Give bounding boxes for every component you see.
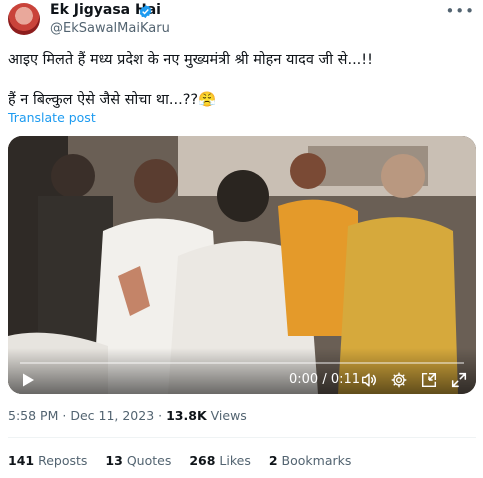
play-icon[interactable] (20, 372, 36, 388)
reposts-count: 141 (8, 453, 35, 468)
bookmarks-label: Bookmarks (281, 453, 352, 468)
likes-label: Likes (219, 453, 251, 468)
volume-icon[interactable] (360, 371, 378, 389)
tweet-meta: 5:58 PM · Dec 11, 2023 · 13.8K Views (8, 408, 247, 423)
views-count: 13.8K (166, 408, 207, 423)
more-icon[interactable]: ••• (445, 2, 475, 20)
quotes-stat[interactable]: 13 Quotes (105, 453, 171, 468)
verified-badge-icon (139, 4, 152, 19)
video-time: 0:00 / 0:11 (289, 372, 361, 387)
reposts-stat[interactable]: 141 Reposts (8, 453, 87, 468)
engagement-stats: 141 Reposts 13 Quotes 268 Likes 2 Bookmarks (8, 453, 365, 468)
video-player[interactable]: 0:00 / 0:11 (8, 136, 476, 394)
video-controls: 0:00 / 0:11 (8, 348, 476, 394)
settings-icon[interactable] (390, 371, 408, 389)
tweet-time[interactable]: 5:58 PM (8, 408, 58, 423)
fullscreen-icon[interactable] (450, 371, 468, 389)
tweet-text: आइए मिलते हैं मध्य प्रदेश के नए मुख्यमंत… (8, 52, 373, 108)
picture-in-picture-icon[interactable] (420, 371, 438, 389)
video-progress-bar[interactable] (20, 362, 464, 364)
meta-separator: · (62, 408, 67, 423)
likes-count: 268 (189, 453, 216, 468)
tweet-date[interactable]: Dec 11, 2023 (70, 408, 154, 423)
quotes-count: 13 (105, 453, 123, 468)
bookmarks-count: 2 (268, 453, 278, 468)
translate-post-link[interactable]: Translate post (8, 110, 96, 125)
divider (8, 437, 476, 438)
reposts-label: Reposts (38, 453, 88, 468)
meta-separator: · (158, 408, 163, 423)
quotes-label: Quotes (126, 453, 172, 468)
likes-stat[interactable]: 268 Likes (189, 453, 251, 468)
handle[interactable]: @EkSawalMaiKaru (50, 21, 170, 36)
views-label: Views (210, 408, 247, 423)
avatar[interactable] (8, 3, 40, 35)
tweet-header: Ek Jigyasa Hai @EkSawalMaiKaru ••• (0, 0, 483, 44)
bookmarks-stat[interactable]: 2 Bookmarks (269, 453, 352, 468)
